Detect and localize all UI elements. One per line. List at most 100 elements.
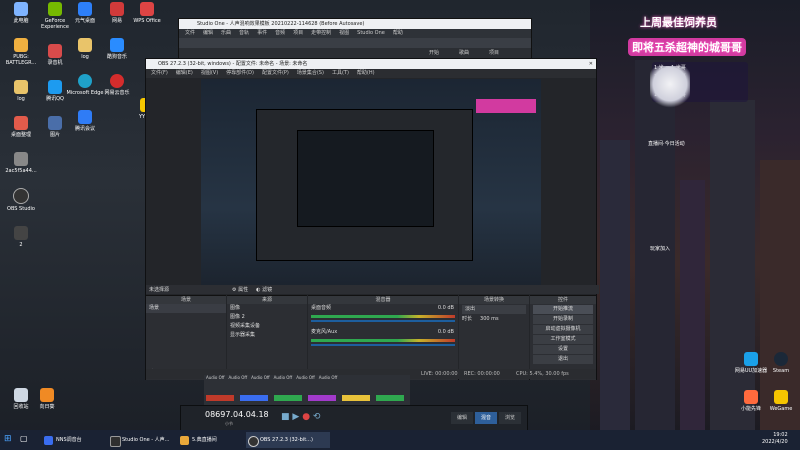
taskbar-item[interactable]: NNS调音台: [42, 432, 116, 448]
filters-label: 滤镜: [262, 287, 273, 293]
app-icon: [110, 2, 124, 16]
desktop-icon[interactable]: Steam: [762, 352, 800, 374]
menu-item[interactable]: 项目: [293, 29, 303, 38]
studio-mode-button[interactable]: 工作室模式: [533, 335, 593, 344]
menu-item[interactable]: 场景集合(S): [297, 69, 324, 78]
source-item[interactable]: 显示器采集: [227, 331, 307, 340]
audio-meter: [311, 339, 455, 342]
preview-overlay-banner: [476, 99, 536, 113]
geforce-icon: [48, 2, 62, 16]
scene-item[interactable]: 场景: [146, 304, 226, 313]
desktop-icon[interactable]: PUBG: BATTLEGR...: [2, 38, 40, 66]
obs-window[interactable]: OBS 27.2.3 (32-bit, windows) - 配置文件: 未命名…: [145, 58, 599, 380]
music-icon: [110, 74, 124, 88]
desktop-icon[interactable]: 腾讯会议: [66, 110, 104, 132]
browse-tab[interactable]: 浏览: [499, 412, 521, 424]
windows-taskbar: ⊞ ▢ NNS调音台 Studio One - 人声... 5.典直播间 OBS…: [0, 430, 800, 450]
source-item[interactable]: 图像: [227, 304, 307, 313]
taskbar-item-active[interactable]: OBS 27.2.3 (32-bit...): [246, 432, 330, 448]
settings-button[interactable]: 设置: [533, 345, 593, 354]
desktop-icon[interactable]: 此电脑: [2, 2, 40, 24]
song-button[interactable]: 歌曲: [459, 49, 469, 56]
filters-button[interactable]: ◐ 滤镜: [256, 286, 272, 293]
play-icon[interactable]: ▶: [292, 412, 299, 422]
taskbar-item[interactable]: Studio One - 人声...: [108, 432, 188, 448]
start-streaming-button[interactable]: 开始推流: [533, 305, 593, 314]
desktop-icon-label: 录音机: [47, 60, 63, 66]
duration-input[interactable]: 300 ms: [480, 315, 499, 324]
desktop-icon-label: log: [17, 96, 25, 102]
edit-tab[interactable]: 编辑: [451, 412, 473, 424]
menu-item[interactable]: 视图: [339, 29, 349, 38]
mix-tab[interactable]: 混音: [475, 412, 497, 424]
app-icon: [180, 436, 189, 445]
menu-item[interactable]: 配置文件(P): [262, 69, 289, 78]
desktop-icon[interactable]: 酷狗音乐: [98, 38, 136, 60]
channel-color-bar: [376, 395, 404, 401]
source-item[interactable]: 视频采集设备: [227, 322, 307, 331]
virtual-camera-button[interactable]: 启动虚拟摄像机: [533, 325, 593, 334]
volume-slider[interactable]: [311, 344, 455, 346]
menu-item[interactable]: 事件: [257, 29, 267, 38]
menu-item[interactable]: 编辑(E): [176, 69, 193, 78]
studio-one-titlebar[interactable]: Studio One - 人声混响效果模板 20210222-114628 (B…: [179, 19, 531, 29]
menu-item[interactable]: 帮助(H): [357, 69, 375, 78]
start-recording-button[interactable]: 开始录制: [533, 315, 593, 324]
desktop-icon[interactable]: log: [2, 80, 40, 102]
menu-item[interactable]: 视图(V): [201, 69, 218, 78]
volume-slider[interactable]: [311, 320, 455, 322]
desktop-icon[interactable]: WPS Office: [128, 2, 166, 24]
properties-button[interactable]: ⚙ 属性: [232, 286, 248, 293]
start-icon[interactable]: ⊞: [4, 434, 14, 444]
desktop-icon-label: Steam: [772, 368, 790, 374]
obs-preview-canvas[interactable]: [201, 79, 541, 294]
channel-color-bar: [206, 395, 234, 401]
system-clock[interactable]: 19:02 2022/4/20: [762, 432, 788, 446]
stop-icon[interactable]: ■: [281, 412, 290, 422]
menu-item[interactable]: 乐曲: [221, 29, 231, 38]
obs-titlebar[interactable]: OBS 27.2.3 (32-bit, windows) - 配置文件: 未命名…: [146, 59, 596, 69]
overlay-title-top: 上周最佳饲养员: [640, 16, 717, 29]
exit-button[interactable]: 退出: [533, 355, 593, 364]
controls-dock: 控件 开始推流 开始录制 启动虚拟摄像机 工作室模式 设置 退出: [530, 295, 596, 380]
rec-status: REC: 00:00:00: [464, 371, 500, 377]
menu-item[interactable]: 文件(F): [151, 69, 168, 78]
menu-item[interactable]: 停靠部件(D): [226, 69, 254, 78]
duration-label: 时长: [462, 316, 473, 322]
computer-icon: [14, 2, 28, 16]
loop-icon[interactable]: ⟲: [313, 412, 321, 422]
menu-item[interactable]: Studio One: [357, 29, 385, 38]
desktop-icon[interactable]: 2ac5f5a44...: [2, 152, 40, 174]
sources-dock: 来源 图像 图像 2 视频采集设备 显示器采集: [227, 295, 307, 380]
desktop-icon[interactable]: OBS Studio: [2, 188, 40, 212]
recycle-bin-icon: [14, 388, 28, 402]
taskbar-item-label: OBS 27.2.3 (32-bit...): [260, 437, 313, 443]
menu-item[interactable]: 音轨: [239, 29, 249, 38]
record-icon[interactable]: ●: [302, 412, 310, 422]
desktop-icon[interactable]: 网易云音乐: [98, 74, 136, 96]
menu-item[interactable]: 走带控制: [311, 29, 331, 38]
dock-header: 场景转换: [459, 296, 529, 304]
desktop-icon[interactable]: 向日葵: [28, 388, 66, 410]
start-button[interactable]: 开始: [429, 49, 439, 56]
desktop-icon[interactable]: 桌面整理: [2, 116, 40, 138]
transport-time-display: 08697.04.04.18: [205, 410, 269, 419]
transition-select[interactable]: 淡出: [462, 305, 526, 314]
menu-item[interactable]: 编辑: [203, 29, 213, 38]
desktop-icon-label: 酷狗音乐: [106, 54, 127, 60]
desktop-icon-label: WeGame: [769, 406, 793, 412]
menu-item[interactable]: 工具(T): [332, 69, 349, 78]
menu-item[interactable]: 音频: [275, 29, 285, 38]
desktop-icon[interactable]: 2: [2, 226, 40, 248]
source-item[interactable]: 图像 2: [227, 313, 307, 322]
studio-one-menubar: 文件 编辑 乐曲 音轨 事件 音频 项目 走带控制 视图 Studio One …: [179, 29, 531, 38]
project-button[interactable]: 项目: [489, 49, 499, 56]
menu-item[interactable]: 帮助: [393, 29, 403, 38]
task-view-icon[interactable]: ▢: [20, 434, 30, 444]
image-icon: [48, 116, 62, 130]
wegame-icon: [774, 390, 788, 404]
close-icon[interactable]: ✕: [589, 59, 593, 69]
menu-item[interactable]: 文件: [185, 29, 195, 38]
dock-header: 混音器: [308, 296, 458, 304]
desktop-icon[interactable]: WeGame: [762, 390, 800, 412]
